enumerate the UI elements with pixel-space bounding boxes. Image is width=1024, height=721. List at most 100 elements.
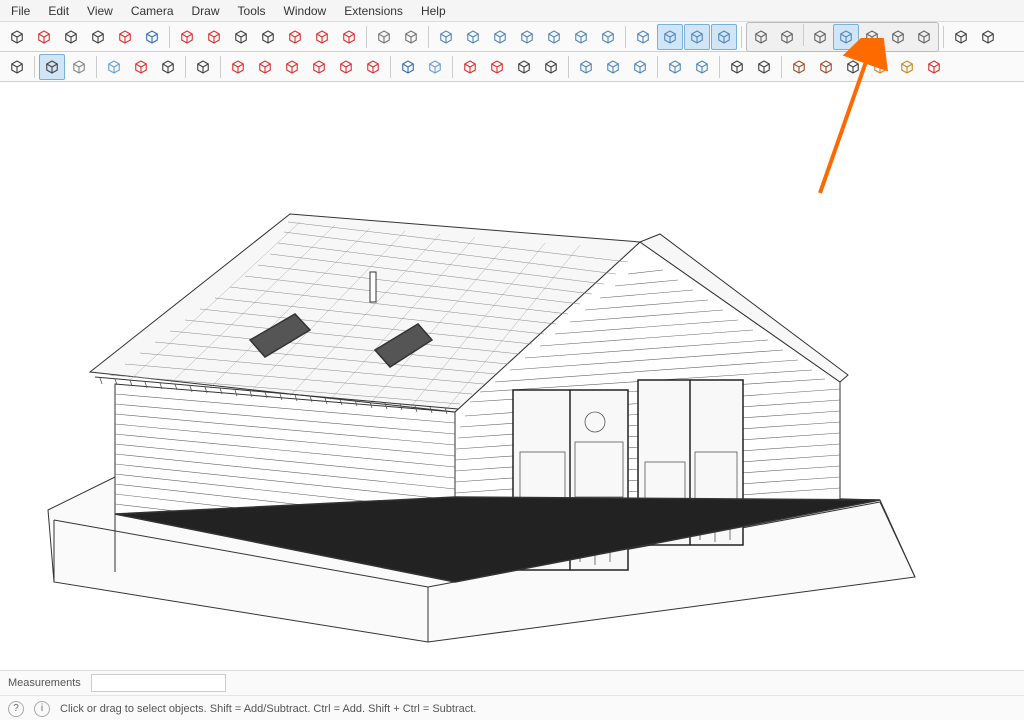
offset-tool[interactable] <box>484 54 510 80</box>
grid-tool[interactable] <box>921 54 947 80</box>
geo-info-icon[interactable]: ? <box>8 701 24 717</box>
toolbar-row-1 <box>0 22 1024 52</box>
menu-window[interactable]: Window <box>277 3 334 18</box>
person-tool[interactable] <box>398 24 424 50</box>
credits-info-icon[interactable]: i <box>34 701 50 717</box>
text-box-tool[interactable] <box>85 24 111 50</box>
toolbar-separator <box>428 26 429 48</box>
toolbar-separator <box>625 26 626 48</box>
refresh-tool[interactable] <box>948 24 974 50</box>
rect-tool[interactable] <box>190 54 216 80</box>
toolbar-row-2 <box>0 52 1024 82</box>
new-doc-tool[interactable] <box>724 54 750 80</box>
cube-tool[interactable] <box>433 24 459 50</box>
component-user-tool[interactable] <box>689 54 715 80</box>
toolbar-separator <box>169 26 170 48</box>
zoom-extents-tool[interactable] <box>282 24 308 50</box>
zoom-in-tool[interactable] <box>228 24 254 50</box>
menu-view[interactable]: View <box>80 3 120 18</box>
calendar-tool[interactable] <box>541 24 567 50</box>
window-tool[interactable] <box>514 24 540 50</box>
iso-c-tool[interactable] <box>711 24 737 50</box>
rotate-prev-tool[interactable] <box>174 24 200 50</box>
zoom-target-tool[interactable] <box>255 24 281 50</box>
pencil-tool[interactable] <box>128 54 154 80</box>
house-tool[interactable] <box>487 24 513 50</box>
toolbar-separator <box>719 56 720 78</box>
walk-tool[interactable] <box>371 24 397 50</box>
protractor-tool[interactable] <box>360 54 386 80</box>
rotate-tool[interactable] <box>306 54 332 80</box>
menu-camera[interactable]: Camera <box>124 3 181 18</box>
wall-tool[interactable] <box>813 54 839 80</box>
menu-draw[interactable]: Draw <box>185 3 227 18</box>
toolbar-separator <box>781 56 782 78</box>
page-tool[interactable] <box>568 24 594 50</box>
add-page-tool[interactable] <box>595 24 621 50</box>
toolbar-separator <box>220 56 221 78</box>
zoom-lens-tool[interactable] <box>4 54 30 80</box>
solid-shade-tool[interactable] <box>807 24 833 50</box>
menu-file[interactable]: File <box>4 3 37 18</box>
toolbar-separator <box>803 24 804 46</box>
scale-tool[interactable] <box>333 54 359 80</box>
zoom-window-tool[interactable] <box>511 54 537 80</box>
menu-tools[interactable]: Tools <box>231 3 273 18</box>
panel-tool[interactable] <box>460 24 486 50</box>
move-tool[interactable] <box>279 54 305 80</box>
pointer-tool[interactable] <box>39 54 65 80</box>
component-tool[interactable] <box>662 54 688 80</box>
tags-tool[interactable] <box>627 54 653 80</box>
iso-b-tool[interactable] <box>684 24 710 50</box>
toolbar-separator <box>452 56 453 78</box>
solid-select-tool[interactable] <box>833 24 859 50</box>
user-doc-tool[interactable] <box>751 54 777 80</box>
export-tool[interactable] <box>894 54 920 80</box>
zoom-all-tool[interactable] <box>538 54 564 80</box>
menu-edit[interactable]: Edit <box>41 3 76 18</box>
erase-tool[interactable] <box>101 54 127 80</box>
solid-wire-tool[interactable] <box>748 24 774 50</box>
status-hint-text: Click or drag to select objects. Shift =… <box>60 703 476 715</box>
toolbar-separator <box>366 26 367 48</box>
sphere-tool[interactable] <box>630 24 656 50</box>
solid-xray-tool[interactable] <box>911 24 937 50</box>
iso-a-tool[interactable] <box>657 24 683 50</box>
freehand-tool[interactable] <box>58 24 84 50</box>
eraser-crossed-tool[interactable] <box>31 24 57 50</box>
measurements-input[interactable] <box>91 674 226 692</box>
toolbar-separator <box>390 56 391 78</box>
toolbar-separator <box>657 56 658 78</box>
toolbar-separator <box>741 26 742 48</box>
menu-help[interactable]: Help <box>414 3 453 18</box>
menu-bar: File Edit View Camera Draw Tools WindowExtensi… <box>0 0 1024 22</box>
lock-extents-tool[interactable] <box>336 24 362 50</box>
followme-tool[interactable] <box>252 54 278 80</box>
viewport[interactable] <box>0 82 1024 670</box>
dropdown-handle[interactable] <box>66 54 92 80</box>
menu-extensions[interactable]: Extensions <box>337 3 410 18</box>
toolbar-separator <box>34 56 35 78</box>
solid-hidden-tool[interactable] <box>774 24 800 50</box>
pushpull-tool[interactable] <box>225 54 251 80</box>
status-bar: Measurements ? i Click or drag to select… <box>0 670 1024 720</box>
outliner-tool[interactable] <box>573 54 599 80</box>
dimension-tool[interactable] <box>395 54 421 80</box>
measurements-label: Measurements <box>8 677 81 689</box>
target-tool[interactable] <box>112 24 138 50</box>
reload-tool[interactable] <box>975 24 1001 50</box>
cut-tool[interactable] <box>840 54 866 80</box>
lock-view-tool[interactable] <box>309 24 335 50</box>
solid-mono-tool[interactable] <box>885 24 911 50</box>
bezier-tool[interactable] <box>155 54 181 80</box>
tape-tool[interactable] <box>422 54 448 80</box>
toolbar-separator <box>568 56 569 78</box>
select-tool[interactable] <box>4 24 30 50</box>
library-tool[interactable] <box>786 54 812 80</box>
solid-texture-tool[interactable] <box>859 24 885 50</box>
rotate-next-tool[interactable] <box>201 24 227 50</box>
paint-tool[interactable] <box>867 54 893 80</box>
text-a-tool[interactable] <box>139 24 165 50</box>
axes-tool[interactable] <box>457 54 483 80</box>
layers-tool[interactable] <box>600 54 626 80</box>
